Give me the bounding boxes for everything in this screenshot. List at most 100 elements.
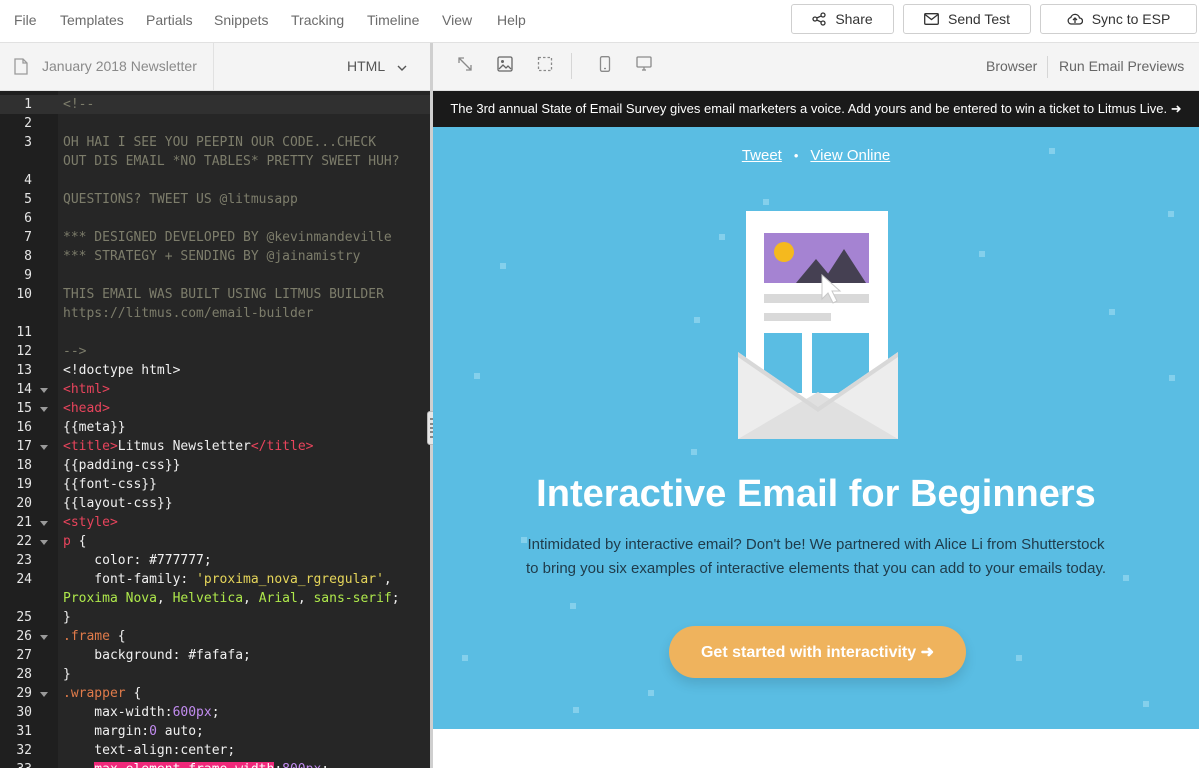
expand-icon[interactable]: [457, 56, 473, 77]
menu-partials[interactable]: Partials: [146, 12, 193, 28]
code-line[interactable]: 19 {{font-css}}: [0, 475, 430, 494]
tweet-link[interactable]: Tweet: [742, 147, 782, 164]
code-token: {: [125, 686, 142, 701]
menu-view[interactable]: View: [442, 12, 472, 28]
code-line[interactable]: 1 <!--: [0, 95, 430, 114]
announcement-banner[interactable]: The 3rd annual State of Email Survey giv…: [433, 91, 1199, 127]
code-token: max-width:: [63, 705, 173, 720]
menu-file[interactable]: File: [14, 12, 37, 28]
fold-arrow-icon[interactable]: [40, 692, 48, 697]
code-text: {{meta}}: [63, 418, 126, 437]
fold-arrow-icon[interactable]: [40, 540, 48, 545]
line-number: 27: [16, 648, 32, 663]
code-line[interactable]: 14 <html>: [0, 380, 430, 399]
code-line[interactable]: 2: [0, 114, 430, 133]
code-line[interactable]: 32 text-align:center;: [0, 741, 430, 760]
fold-arrow-icon[interactable]: [40, 635, 48, 640]
menu-templates[interactable]: Templates: [60, 12, 124, 28]
code-line[interactable]: 5 QUESTIONS? TWEET US @litmusapp: [0, 190, 430, 209]
line-number: 15: [16, 401, 32, 416]
chevron-down-icon: [397, 58, 407, 74]
editor-toolbar: January 2018 Newsletter HTML: [0, 43, 430, 91]
code-line[interactable]: 24 font-family: 'proxima_nova_rgregular'…: [0, 570, 430, 589]
code-line[interactable]: 21 <style>: [0, 513, 430, 532]
fold-arrow-icon[interactable]: [40, 445, 48, 450]
code-text: font-family: 'proxima_nova_rgregular',: [63, 570, 391, 589]
browser-tab[interactable]: Browser: [986, 58, 1037, 74]
code-text: <html>: [63, 380, 110, 399]
decor-dot: [648, 690, 654, 696]
code-editor[interactable]: 1 <!-- 2 3 OH HAI I SEE YOU PEEPIN OUR CODE.…: [0, 91, 430, 768]
code-text: }: [63, 665, 71, 684]
code-line[interactable]: 28}: [0, 665, 430, 684]
code-line[interactable]: 8 *** STRATEGY + SENDING BY @jainamistry: [0, 247, 430, 266]
code-line[interactable]: 16 {{meta}}: [0, 418, 430, 437]
code-line[interactable]: 20 {{layout-css}}: [0, 494, 430, 513]
code-token: ;: [243, 648, 251, 663]
code-line[interactable]: 18 {{padding-css}}: [0, 456, 430, 475]
code-line[interactable]: 10 THIS EMAIL WAS BUILT USING LITMUS BUIL…: [0, 285, 430, 304]
code-line[interactable]: 7 *** DESIGNED DEVELOPED BY @kevinmandevi…: [0, 228, 430, 247]
menu-help[interactable]: Help: [497, 12, 526, 28]
mobile-icon[interactable]: [599, 56, 611, 77]
code-token: -->: [63, 344, 87, 359]
code-token: OH HAI I SEE YOU PEEPIN OUR CODE...CHECK: [63, 135, 377, 150]
code-line[interactable]: Proxima Nova, Helvetica, Arial, sans-ser…: [0, 589, 430, 608]
code-token: p: [63, 534, 71, 549]
sync-to-esp-button[interactable]: Sync to ESP: [1040, 4, 1197, 34]
code-line[interactable]: https://litmus.com/email-builder: [0, 304, 430, 323]
fold-arrow-icon[interactable]: [40, 407, 48, 412]
code-line[interactable]: 13 <!doctype html>: [0, 361, 430, 380]
send-test-button[interactable]: Send Test: [903, 4, 1031, 34]
code-line[interactable]: 17 <title>Litmus Newsletter</title>: [0, 437, 430, 456]
fold-arrow-icon[interactable]: [40, 521, 48, 526]
code-line[interactable]: 29 .wrapper {: [0, 684, 430, 703]
code-text: {{padding-css}}: [63, 456, 180, 475]
line-number: 17: [16, 439, 32, 454]
image-icon[interactable]: [497, 56, 513, 77]
hero-section: Tweet • View Online Interactive Email fo…: [433, 127, 1199, 729]
select-icon[interactable]: [537, 56, 553, 77]
run-email-previews-button[interactable]: Run Email Previews: [1059, 58, 1184, 74]
code-line[interactable]: 27 background: #fafafa;: [0, 646, 430, 665]
code-token: sans-serif: [313, 591, 392, 606]
code-token: text-align:center;: [63, 743, 236, 758]
view-online-link[interactable]: View Online: [810, 147, 890, 164]
code-line[interactable]: 31 margin:0 auto;: [0, 722, 430, 741]
code-line[interactable]: 11: [0, 323, 430, 342]
menu-timeline[interactable]: Timeline: [367, 12, 419, 28]
code-text: <!--: [63, 95, 94, 114]
line-number: 32: [16, 743, 32, 758]
code-line[interactable]: 23 color: #777777;: [0, 551, 430, 570]
menu-tracking[interactable]: Tracking: [291, 12, 344, 28]
code-line[interactable]: 12 -->: [0, 342, 430, 361]
code-line[interactable]: 22 p {: [0, 532, 430, 551]
code-token: .frame: [63, 629, 110, 644]
file-name[interactable]: January 2018 Newsletter: [42, 58, 197, 74]
line-number: 22: [16, 534, 32, 549]
code-text: max-width:600px;: [63, 703, 219, 722]
language-select[interactable]: HTML: [347, 58, 407, 74]
code-text: margin:0 auto;: [63, 722, 204, 741]
share-button[interactable]: Share: [791, 4, 894, 34]
menu-snippets[interactable]: Snippets: [214, 12, 268, 28]
fold-arrow-icon[interactable]: [40, 388, 48, 393]
code-line[interactable]: 26 .frame {: [0, 627, 430, 646]
code-line[interactable]: 3 OH HAI I SEE YOU PEEPIN OUR CODE...CHEC…: [0, 133, 430, 152]
code-token: {{padding-css}}: [63, 458, 181, 473]
decor-dot: [694, 317, 700, 323]
code-line[interactable]: OUT DIS EMAIL *NO TABLES* PRETTY SWEET H…: [0, 152, 430, 171]
code-line[interactable]: 4: [0, 171, 430, 190]
code-line[interactable]: 25}: [0, 608, 430, 627]
code-line[interactable]: 15 <head>: [0, 399, 430, 418]
desktop-icon[interactable]: [636, 56, 652, 76]
code-line[interactable]: 6: [0, 209, 430, 228]
code-text: <title>Litmus Newsletter</title>: [63, 437, 313, 456]
decor-dot: [1016, 655, 1022, 661]
decor-dot: [691, 449, 697, 455]
code-line[interactable]: 9: [0, 266, 430, 285]
code-lines: 1 <!-- 2 3 OH HAI I SEE YOU PEEPIN OUR CODE.…: [0, 95, 430, 768]
code-line[interactable]: 30 max-width:600px;: [0, 703, 430, 722]
cta-button[interactable]: Get started with interactivity ➜: [669, 626, 966, 678]
code-line[interactable]: 33 max-element-frame-width:800px;: [0, 760, 430, 768]
